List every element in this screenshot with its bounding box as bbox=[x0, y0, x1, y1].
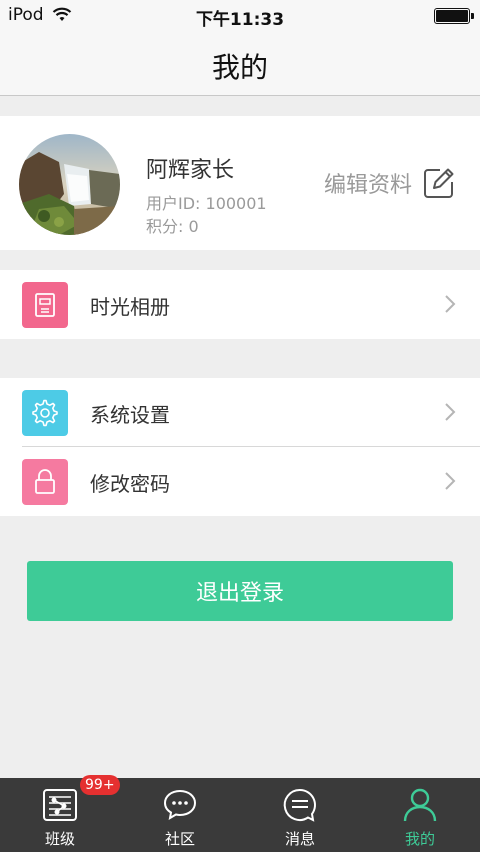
status-time: 下午11:33 bbox=[195, 10, 285, 30]
tab-messages[interactable]: 消息 bbox=[240, 778, 360, 852]
chevron-right-icon bbox=[445, 295, 456, 313]
page-title: 我的 bbox=[211, 51, 268, 84]
menu-item-change-password[interactable]: 修改密码 bbox=[0, 447, 480, 516]
class-icon bbox=[43, 789, 77, 821]
tab-community-label: 社区 bbox=[164, 830, 195, 848]
tab-bar: 99+ 班级 社区 消息 我的 bbox=[0, 775, 480, 852]
tab-class-label: 班级 bbox=[44, 830, 75, 848]
community-chat-icon bbox=[163, 789, 197, 820]
menu-item-album-label: 时光相册 bbox=[90, 295, 170, 319]
menu-item-settings-label: 系统设置 bbox=[90, 403, 170, 427]
avatar[interactable] bbox=[19, 134, 120, 235]
message-icon bbox=[283, 788, 316, 822]
menu-item-settings[interactable]: 系统设置 bbox=[0, 378, 480, 447]
status-bar: iPod 下午11:33 bbox=[0, 0, 480, 30]
edit-profile-button[interactable]: 编辑资料 bbox=[324, 166, 456, 200]
profile-person-icon bbox=[403, 788, 437, 822]
chevron-right-icon bbox=[445, 472, 456, 490]
album-icon bbox=[22, 282, 68, 328]
tab-messages-label: 消息 bbox=[284, 830, 315, 848]
edit-icon bbox=[424, 168, 454, 198]
battery-icon bbox=[434, 8, 474, 24]
lock-icon bbox=[22, 459, 68, 505]
tab-class[interactable]: 99+ 班级 bbox=[0, 775, 120, 852]
logout-button[interactable]: 退出登录 bbox=[27, 561, 453, 621]
edit-profile-label: 编辑资料 bbox=[323, 173, 412, 198]
tab-community[interactable]: 社区 bbox=[120, 778, 240, 852]
nav-bar: 我的 bbox=[0, 30, 480, 96]
gear-icon bbox=[22, 390, 68, 436]
menu-item-album[interactable]: 时光相册 bbox=[0, 270, 480, 339]
menu-item-change-password-label: 修改密码 bbox=[90, 472, 170, 496]
user-name: 阿辉家长 bbox=[146, 158, 235, 183]
avatar-image bbox=[19, 134, 120, 235]
tab-me[interactable]: 我的 bbox=[360, 778, 480, 852]
profile-card: 阿辉家长 用户ID: 100001 积分: 0 编辑资料 bbox=[0, 116, 480, 250]
user-id: 用户ID: 100001 bbox=[146, 194, 267, 213]
user-points: 积分: 0 bbox=[146, 217, 199, 236]
tab-me-label: 我的 bbox=[404, 830, 435, 848]
chevron-right-icon bbox=[445, 403, 456, 421]
unread-badge: 99+ bbox=[80, 775, 120, 795]
